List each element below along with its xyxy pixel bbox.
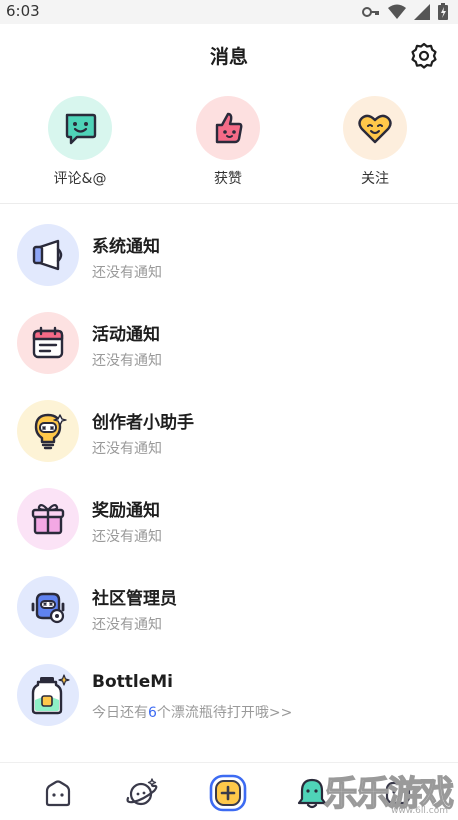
notice-title: 社区管理员 <box>92 589 177 609</box>
calendar-icon <box>32 326 64 359</box>
notice-subtitle: 还没有通知 <box>92 441 162 457</box>
gear-icon <box>411 42 437 69</box>
follows-avatar <box>343 96 407 160</box>
likes-avatar <box>196 96 260 160</box>
admin-robot-icon <box>31 592 65 624</box>
tab-home[interactable] <box>38 773 78 813</box>
avatar <box>17 576 79 638</box>
settings-button[interactable] <box>410 41 438 69</box>
gift-icon <box>31 503 65 535</box>
quick-follows[interactable]: 关注 <box>325 96 425 188</box>
lightbulb-robot-icon <box>34 413 67 450</box>
thumbs-up-icon <box>215 112 243 144</box>
notice-community-admin[interactable]: 社区管理员 还没有通知 <box>0 576 458 664</box>
home-icon <box>45 780 71 807</box>
comment-avatar <box>48 96 112 160</box>
watermark: 乐乐游戏 www.6ll.com <box>323 766 454 816</box>
notice-subtitle: 还没有通知 <box>92 353 162 369</box>
notice-bottlemi[interactable]: BottleMi 今日还有6个漂流瓶待打开哦>> <box>0 664 458 752</box>
tab-create[interactable] <box>208 773 248 813</box>
subtitle-suffix: 个漂流瓶待打开哦>> <box>156 705 293 721</box>
avatar <box>17 488 79 550</box>
quick-likes[interactable]: 获赞 <box>178 96 278 188</box>
quick-label: 评论&@ <box>53 171 107 187</box>
notice-system[interactable]: 系统通知 还没有通知 <box>0 224 458 312</box>
megaphone-icon <box>32 239 63 271</box>
notice-list: 系统通知 还没有通知 活动通知 还没有通知 创作者小助手 还没有通知 奖励通知 … <box>0 224 458 752</box>
wifi-icon <box>388 4 406 19</box>
header: 消息 <box>0 24 458 86</box>
bottle-icon <box>31 674 70 715</box>
notice-title: BottleMi <box>92 672 173 692</box>
comment-icon <box>65 113 97 145</box>
avatar <box>17 400 79 462</box>
notice-subtitle[interactable]: 今日还有6个漂流瓶待打开哦>> <box>92 702 292 722</box>
notice-subtitle: 还没有通知 <box>92 265 162 281</box>
quick-comments[interactable]: 评论&@ <box>30 96 130 188</box>
quick-actions: 评论&@ 获赞 关注 <box>0 96 458 196</box>
subtitle-prefix: 今日还有 <box>92 705 148 721</box>
watermark-url: www.6ll.com <box>391 806 448 816</box>
status-icons <box>362 3 448 20</box>
notice-title: 奖励通知 <box>92 501 160 521</box>
planet-icon <box>126 778 158 806</box>
notice-creator-assistant[interactable]: 创作者小助手 还没有通知 <box>0 400 458 488</box>
status-time: 6:03 <box>6 2 40 20</box>
notice-activity[interactable]: 活动通知 还没有通知 <box>0 312 458 400</box>
quick-label: 获赞 <box>214 171 242 187</box>
avatar <box>17 664 79 726</box>
avatar <box>17 312 79 374</box>
status-bar: 6:03 <box>0 0 458 24</box>
tab-discover[interactable] <box>122 773 162 813</box>
notice-subtitle: 还没有通知 <box>92 617 162 633</box>
page-title: 消息 <box>209 46 248 68</box>
heart-icon <box>358 114 392 144</box>
avatar <box>17 224 79 286</box>
bottle-count: 6 <box>148 705 157 721</box>
notice-title: 活动通知 <box>92 325 160 345</box>
quick-label: 关注 <box>361 171 389 187</box>
notice-subtitle: 还没有通知 <box>92 529 162 545</box>
notice-rewards[interactable]: 奖励通知 还没有通知 <box>0 488 458 576</box>
create-icon <box>209 774 247 812</box>
section-divider <box>0 203 458 204</box>
notice-title: 系统通知 <box>92 237 160 257</box>
notice-title: 创作者小助手 <box>92 413 194 433</box>
battery-icon <box>438 3 448 20</box>
signal-icon <box>414 3 430 20</box>
key-icon <box>362 6 379 17</box>
